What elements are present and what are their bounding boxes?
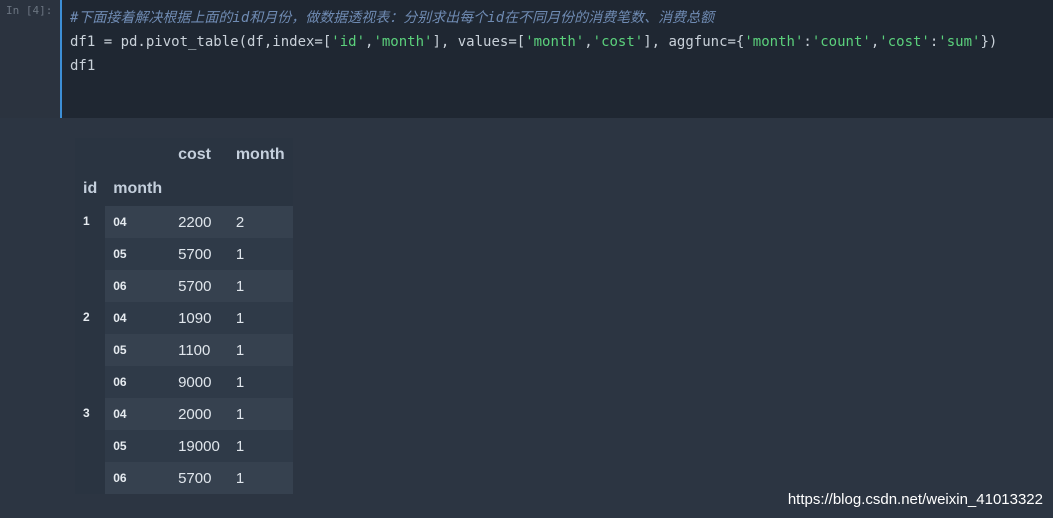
cost-cell: 2000 <box>170 398 228 430</box>
cost-cell: 2200 <box>170 206 228 238</box>
month-count-cell: 1 <box>227 398 293 430</box>
table-row: 05 5700 1 <box>75 238 293 270</box>
code-line-comment: #下面接着解决根据上面的id和月份，做数据透视表：分别求出每个id在不同月份的消… <box>70 10 715 26</box>
cost-cell: 9000 <box>170 366 228 398</box>
header-blank <box>170 172 228 206</box>
index-month-cell: 05 <box>105 238 171 270</box>
month-count-cell: 1 <box>227 462 293 494</box>
month-count-cell: 1 <box>227 334 293 366</box>
month-count-cell: 1 <box>227 366 293 398</box>
month-count-cell: 1 <box>227 238 293 270</box>
cost-cell: 5700 <box>170 270 228 302</box>
watermark: https://blog.csdn.net/weixin_41013322 <box>787 491 1043 508</box>
column-header-row: cost month <box>75 138 293 172</box>
index-month-cell: 06 <box>105 366 171 398</box>
index-name-id: id <box>75 172 106 206</box>
month-count-cell: 1 <box>227 270 293 302</box>
index-month-cell: 06 <box>105 462 171 494</box>
code-line-df1: df1 <box>70 58 96 74</box>
index-id-cell: 1 <box>75 206 106 302</box>
index-id-cell: 3 <box>75 398 106 494</box>
column-header-cost: cost <box>170 138 228 172</box>
index-name-row: id month <box>75 172 293 206</box>
index-month-cell: 05 <box>105 334 171 366</box>
table-row: 06 5700 1 <box>75 270 293 302</box>
index-month-cell: 05 <box>105 430 171 462</box>
table-row: 06 9000 1 <box>75 366 293 398</box>
table-row: 3 04 2000 1 <box>75 398 293 494</box>
index-id-cell: 2 <box>75 302 106 398</box>
month-count-cell: 2 <box>227 206 293 238</box>
header-blank <box>227 172 293 206</box>
index-month-cell: 04 <box>105 206 171 238</box>
input-area: In [4]: #下面接着解决根据上面的id和月份，做数据透视表：分别求出每个i… <box>0 0 1053 118</box>
dataframe-body: 1 04 2200 2 05 5700 1 06 5700 1 2 04 1090 1 05 1100 1 06 9… <box>75 206 293 494</box>
cell-prompt: In [4]: <box>6 4 53 17</box>
month-count-cell: 1 <box>227 430 293 462</box>
header-blank <box>105 138 171 172</box>
month-count-cell: 1 <box>227 302 293 334</box>
index-month-cell: 06 <box>105 270 171 302</box>
cost-cell: 1090 <box>170 302 228 334</box>
table-row: 05 1100 1 <box>75 334 293 366</box>
index-month-cell: 04 <box>105 398 171 430</box>
cost-cell: 19000 <box>170 430 228 462</box>
table-row: 2 04 1090 1 <box>75 302 293 398</box>
cost-cell: 5700 <box>170 238 228 270</box>
header-blank <box>75 138 106 172</box>
table-row: 06 5700 1 <box>75 462 293 494</box>
index-month-cell: 04 <box>105 302 171 334</box>
cost-cell: 1100 <box>170 334 228 366</box>
index-name-month: month <box>105 172 171 206</box>
code-block[interactable]: #下面接着解决根据上面的id和月份，做数据透视表：分别求出每个id在不同月份的消… <box>70 6 997 78</box>
table-row: 1 04 2200 2 <box>75 206 293 302</box>
table-row: 05 19000 1 <box>75 430 293 462</box>
dataframe-table: cost month id month 1 04 2200 2 05 5700 1 06 570… <box>75 138 293 494</box>
cost-cell: 5700 <box>170 462 228 494</box>
code-line-pivot: df1 = pd.pivot_table(df,index=['id','mon… <box>70 34 998 50</box>
column-header-month: month <box>227 138 293 172</box>
